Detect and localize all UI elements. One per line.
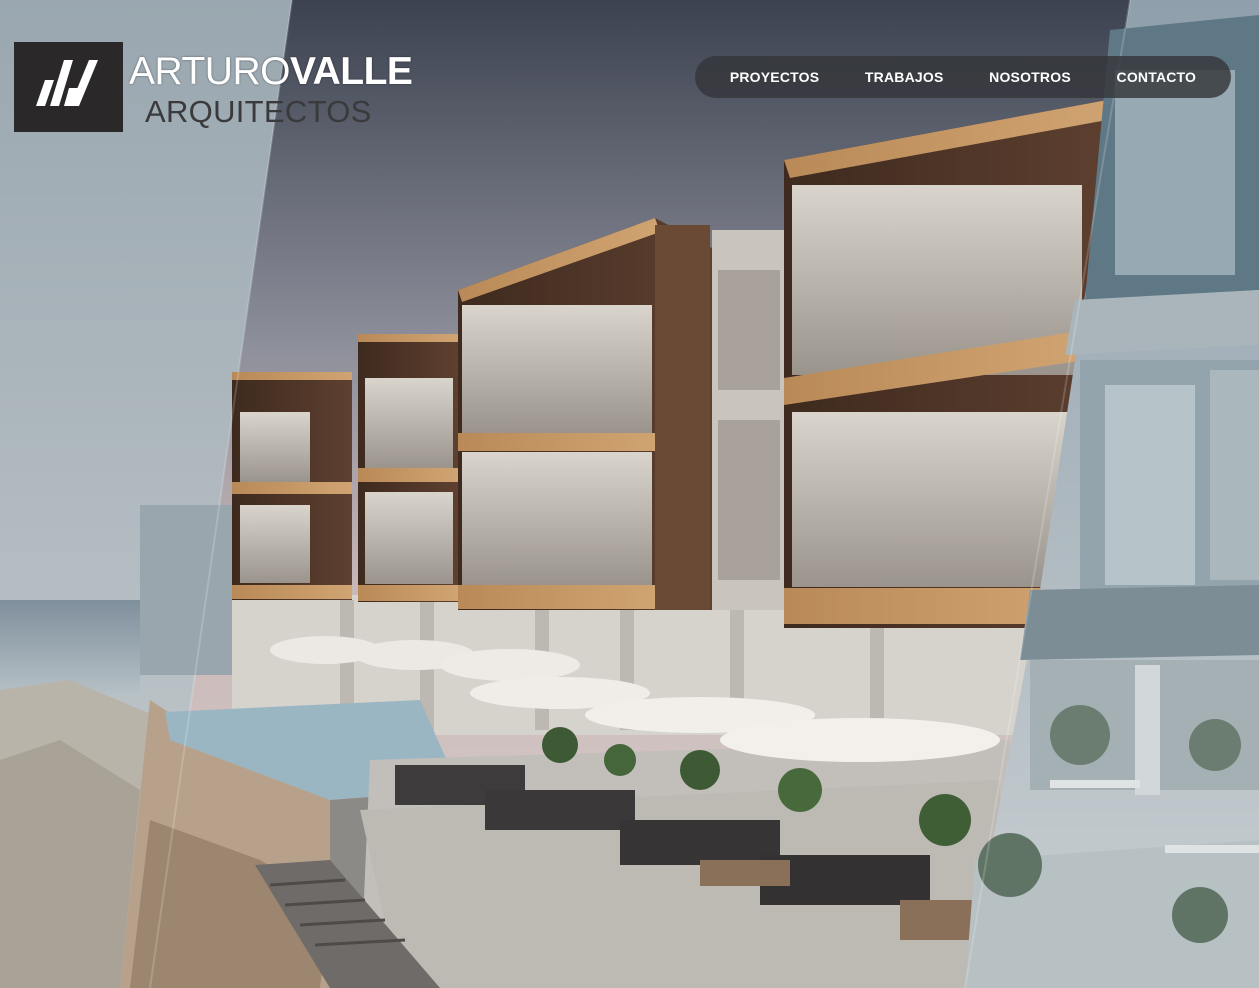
brand-wordmark: ARTUROVALLE ARQUITECTOS: [129, 42, 413, 132]
main-nav: PROYECTOS TRABAJOS NOSOTROS CONTACTO: [695, 56, 1231, 98]
nav-item-nosotros[interactable]: NOSOTROS: [989, 69, 1071, 85]
brand-logo[interactable]: ARTUROVALLE ARQUITECTOS: [14, 42, 413, 132]
brand-name-bold: VALLE: [289, 50, 413, 93]
brand-name: ARTUROVALLE: [129, 50, 413, 94]
av-monogram-icon: [14, 42, 123, 132]
brand-subtitle: ARQUITECTOS: [145, 94, 372, 129]
nav-item-proyectos[interactable]: PROYECTOS: [730, 69, 819, 85]
brand-name-light: ARTURO: [129, 50, 290, 93]
nav-item-contacto[interactable]: CONTACTO: [1117, 69, 1197, 85]
nav-item-trabajos[interactable]: TRABAJOS: [865, 69, 944, 85]
hero-render-photo: [0, 0, 1259, 988]
hero-image: [0, 0, 1259, 988]
